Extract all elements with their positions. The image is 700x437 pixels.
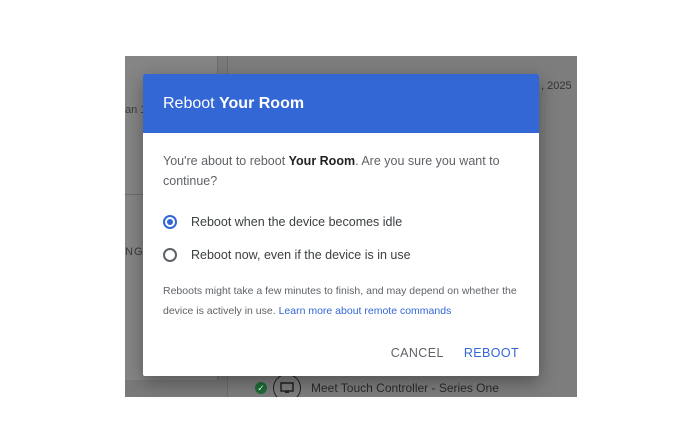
confirm-message: You're about to reboot Your Room. Are yo… [163, 151, 519, 191]
radio-unselected-icon[interactable] [163, 247, 177, 262]
confirm-prefix: You're about to reboot [163, 154, 289, 168]
background-device-row: ✓ Meet Touch Controller - Series One [255, 374, 499, 397]
reboot-note: Reboots might take a few minutes to fini… [163, 281, 519, 321]
check-icon: ✓ [255, 382, 267, 394]
cancel-button[interactable]: CANCEL [391, 346, 444, 360]
dialog-actions: CANCEL REBOOT [391, 346, 519, 360]
reboot-button[interactable]: REBOOT [464, 346, 519, 360]
option-reboot-now[interactable]: Reboot now, even if the device is in use [163, 238, 519, 271]
dialog-title-room: Your Room [219, 94, 305, 112]
background-partial-heading: NG [125, 246, 144, 258]
monitor-icon [273, 374, 301, 397]
dialog-title-prefix: Reboot [163, 94, 220, 112]
option-reboot-when-idle[interactable]: Reboot when the device becomes idle [163, 205, 519, 238]
background-date: , 2025 [541, 80, 572, 92]
learn-more-link[interactable]: Learn more about remote commands [279, 305, 452, 317]
dialog-header: Reboot Your Room [143, 74, 539, 133]
option-label: Reboot when the device becomes idle [191, 214, 403, 229]
option-label: Reboot now, even if the device is in use [191, 247, 411, 262]
reboot-dialog: Reboot Your Room You're about to reboot … [143, 74, 539, 376]
background-device-name: Meet Touch Controller - Series One [311, 381, 499, 395]
dialog-title: Reboot Your Room [163, 95, 304, 113]
radio-selected-icon[interactable] [163, 214, 177, 229]
confirm-room: Your Room [288, 154, 356, 168]
dialog-body: You're about to reboot Your Room. Are yo… [143, 133, 539, 321]
